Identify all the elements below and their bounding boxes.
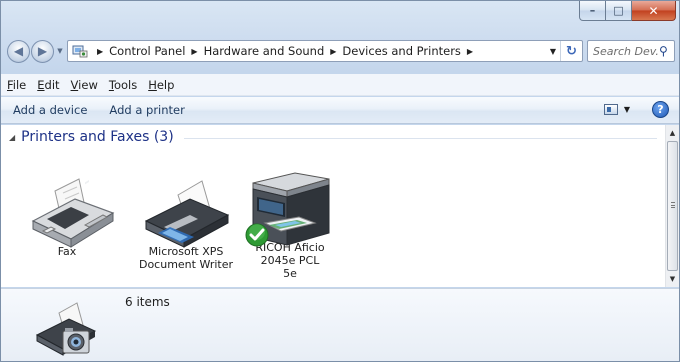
collapse-triangle-icon[interactable]: ◢ bbox=[9, 133, 15, 142]
change-view-icon[interactable] bbox=[603, 104, 618, 115]
menu-tools[interactable]: Tools bbox=[109, 78, 137, 92]
devices-content-pane: ◢ Printers and Faxes (3) Fax Microsoft X… bbox=[1, 125, 665, 287]
help-icon[interactable]: ? bbox=[652, 101, 669, 118]
scroll-down-arrow[interactable]: ▼ bbox=[666, 271, 679, 287]
minimize-icon: – bbox=[589, 4, 596, 17]
refresh-icon[interactable]: ↻ bbox=[560, 41, 582, 61]
breadcrumb-separator[interactable]: ▶ bbox=[330, 47, 336, 56]
breadcrumb-control-panel[interactable]: Control Panel bbox=[109, 44, 185, 58]
device-ricoh-aficio-2045e-pcl-5e[interactable]: RICOH Aficio 2045e PCL 5e bbox=[243, 167, 337, 280]
minimize-button[interactable]: – bbox=[579, 1, 606, 21]
items-count: 6 items bbox=[125, 295, 170, 309]
navigation-bar: ◀ ▶ ▼ ▶ Control Panel ▶ Hardware and Sou… bbox=[7, 38, 675, 64]
fax-icon bbox=[31, 178, 115, 248]
group-header[interactable]: ◢ Printers and Faxes (3) bbox=[9, 129, 657, 145]
search-input[interactable] bbox=[593, 44, 659, 58]
address-bar[interactable]: ▶ Control Panel ▶ Hardware and Sound ▶ D… bbox=[67, 40, 583, 62]
device-label: Microsoft XPS Document Writer bbox=[138, 245, 234, 271]
close-button[interactable]: ✕ bbox=[632, 1, 676, 21]
address-dropdown-icon[interactable]: ▼ bbox=[546, 47, 560, 56]
view-options-dropdown-icon[interactable]: ▼ bbox=[624, 105, 630, 114]
menu-help[interactable]: Help bbox=[148, 78, 174, 92]
scroll-grip-icon bbox=[671, 202, 675, 208]
command-bar-right: ▼ ? bbox=[603, 101, 669, 118]
recent-pages-dropdown[interactable]: ▼ bbox=[55, 47, 65, 55]
breadcrumb-separator[interactable]: ▶ bbox=[467, 47, 473, 56]
scroll-thumb[interactable] bbox=[667, 141, 678, 271]
menu-bar: File Edit View Tools Help bbox=[1, 74, 679, 96]
device-microsoft-xps-document-writer[interactable]: Microsoft XPS Document Writer bbox=[131, 173, 241, 271]
scroll-up-arrow[interactable]: ▲ bbox=[666, 125, 679, 141]
maximize-button[interactable]: □ bbox=[606, 1, 632, 21]
group-title: Printers and Faxes (3) bbox=[21, 129, 174, 145]
printer-camera-icon bbox=[35, 302, 97, 356]
forward-arrow-icon: ▶ bbox=[37, 44, 48, 58]
command-bar: Add a device Add a printer ▼ ? bbox=[1, 97, 679, 124]
breadcrumb-separator[interactable]: ▶ bbox=[191, 47, 197, 56]
back-button[interactable]: ◀ bbox=[7, 39, 30, 63]
forward-button[interactable]: ▶ bbox=[31, 39, 54, 63]
back-arrow-icon: ◀ bbox=[13, 44, 24, 58]
printer-icon bbox=[144, 180, 230, 248]
breadcrumb-root-arrow[interactable]: ▶ bbox=[97, 47, 103, 56]
add-device-button[interactable]: Add a device bbox=[13, 103, 87, 117]
menu-view[interactable]: View bbox=[71, 78, 98, 92]
search-box[interactable]: ⚲ bbox=[587, 40, 675, 62]
device-label: Fax bbox=[57, 245, 77, 258]
default-printer-check-icon bbox=[245, 223, 269, 247]
group-divider bbox=[183, 137, 657, 139]
control-panel-icon bbox=[72, 45, 88, 58]
device-fax[interactable]: Fax bbox=[25, 173, 115, 258]
vertical-scrollbar[interactable]: ▲ ▼ bbox=[665, 125, 679, 287]
close-icon: ✕ bbox=[648, 3, 659, 18]
menu-edit[interactable]: Edit bbox=[37, 78, 59, 92]
details-pane: 6 items bbox=[1, 288, 679, 361]
breadcrumb-hardware-and-sound[interactable]: Hardware and Sound bbox=[204, 44, 325, 58]
breadcrumb-devices-and-printers[interactable]: Devices and Printers bbox=[342, 44, 461, 58]
caption-buttons: – □ ✕ bbox=[579, 1, 676, 21]
maximize-icon: □ bbox=[613, 4, 624, 17]
menu-file[interactable]: File bbox=[7, 78, 26, 92]
explorer-window: – □ ✕ ◀ ▶ ▼ ▶ Control Panel ▶ Hardware a… bbox=[0, 0, 680, 362]
search-icon[interactable]: ⚲ bbox=[659, 44, 668, 58]
add-printer-button[interactable]: Add a printer bbox=[109, 103, 184, 117]
